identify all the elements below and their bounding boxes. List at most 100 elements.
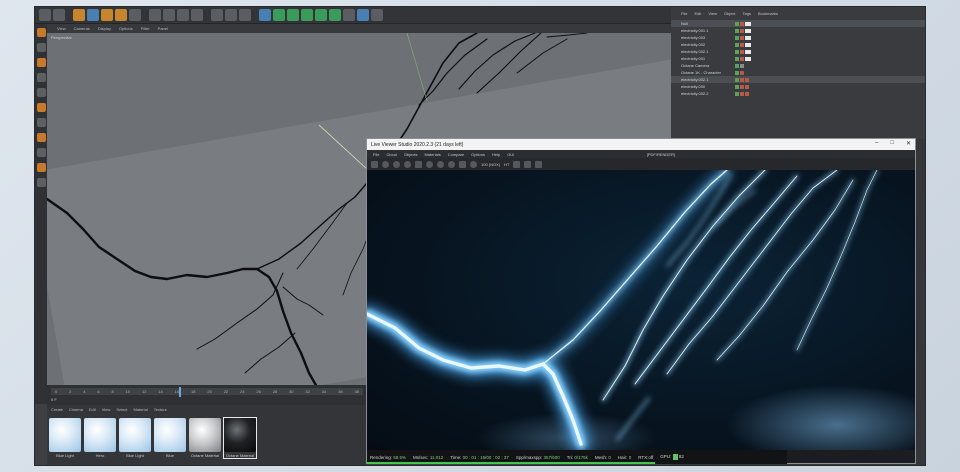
- move-tool-icon[interactable]: [87, 9, 99, 21]
- lv-menu-item[interactable]: Objects: [404, 152, 418, 157]
- camera-icon[interactable]: [343, 9, 355, 21]
- object-menu-item[interactable]: Edit: [694, 11, 701, 16]
- object-row[interactable]: Octane 1K - Character: [671, 69, 925, 76]
- workplane-icon[interactable]: [36, 148, 46, 157]
- visibility-icon[interactable]: [735, 56, 739, 61]
- generator-icon[interactable]: [301, 9, 313, 21]
- material-menu-item[interactable]: Create: [51, 407, 63, 412]
- object-menu-item[interactable]: File: [681, 11, 687, 16]
- subdivision-icon[interactable]: [273, 9, 285, 21]
- viewport-menu-item[interactable]: Options: [119, 26, 133, 31]
- light-bulb-icon[interactable]: [470, 160, 477, 168]
- spline-icon[interactable]: [287, 9, 299, 21]
- y-axis-icon[interactable]: [163, 9, 175, 21]
- current-frame-marker[interactable]: [179, 387, 181, 397]
- zoom-readout[interactable]: 100 (NOX): [481, 162, 500, 167]
- maximize-button[interactable]: □: [890, 140, 894, 147]
- save-image-icon[interactable]: [535, 160, 543, 168]
- edges-mode-icon[interactable]: [36, 88, 46, 97]
- render-picture-viewer-icon[interactable]: [225, 9, 237, 21]
- stop-icon[interactable]: [404, 160, 411, 168]
- world-coords-icon[interactable]: [191, 9, 203, 21]
- select-tool-icon[interactable]: [73, 9, 85, 21]
- material-swatch[interactable]: Hero: [84, 418, 116, 458]
- cube-icon[interactable]: [259, 9, 271, 21]
- visibility-icon[interactable]: [735, 91, 739, 96]
- object-menu-item[interactable]: Bookmarks: [758, 11, 778, 16]
- picker-icon[interactable]: [437, 160, 444, 168]
- lv-menu-item[interactable]: Help: [492, 152, 500, 157]
- minimize-button[interactable]: –: [875, 140, 878, 147]
- object-row[interactable]: Null: [671, 20, 925, 27]
- visibility-icon[interactable]: [735, 42, 739, 47]
- object-row[interactable]: electricity.001: [671, 55, 925, 62]
- lv-menu-item[interactable]: Cloud: [386, 152, 396, 157]
- visibility-icon[interactable]: [735, 49, 739, 54]
- channel-icon[interactable]: [513, 160, 521, 168]
- lock-workplane-icon[interactable]: [36, 163, 46, 172]
- viewport-menu-item[interactable]: Display: [98, 26, 111, 31]
- kernel-readout[interactable]: HT: [504, 162, 509, 167]
- object-row[interactable]: electricity.002.1: [671, 48, 925, 55]
- polygons-mode-icon[interactable]: [36, 103, 46, 112]
- visibility-icon[interactable]: [735, 84, 739, 89]
- points-mode-icon[interactable]: [36, 73, 46, 82]
- material-menu-item[interactable]: Texture: [154, 407, 167, 412]
- lv-menu-item[interactable]: Options: [471, 152, 485, 157]
- visibility-icon[interactable]: [735, 70, 739, 75]
- timeline[interactable]: 0 2 4 6 8 10 12 14 16 18 20 22 24 26 28 …: [47, 385, 367, 405]
- redo-icon[interactable]: [53, 9, 65, 21]
- environment-icon[interactable]: [329, 9, 341, 21]
- viewport-menu-item[interactable]: View: [57, 26, 66, 31]
- render-settings-icon[interactable]: [239, 9, 251, 21]
- visibility-icon[interactable]: [735, 35, 739, 40]
- object-menu-item[interactable]: View: [708, 11, 717, 16]
- material-swatch[interactable]: Blue Light: [49, 418, 81, 458]
- object-row[interactable]: electricity.003: [671, 34, 925, 41]
- viewport-menu-item[interactable]: Filter: [141, 26, 150, 31]
- rotate-tool-icon[interactable]: [115, 9, 127, 21]
- material-swatch[interactable]: Octane Material: [189, 418, 221, 458]
- focus-icon[interactable]: [459, 160, 466, 168]
- render-view[interactable]: [367, 170, 915, 450]
- material-menu-item[interactable]: Select: [116, 407, 127, 412]
- scale-tool-icon[interactable]: [101, 9, 113, 21]
- viewport-menu-item[interactable]: Cameras: [74, 26, 90, 31]
- undo-icon[interactable]: [39, 9, 51, 21]
- timeline-ruler[interactable]: 0 2 4 6 8 10 12 14 16 18 20 22 24 26 28 …: [51, 388, 363, 395]
- visibility-icon[interactable]: [735, 28, 739, 33]
- solo-icon[interactable]: [36, 178, 46, 187]
- deformer-icon[interactable]: [315, 9, 327, 21]
- model-mode-icon[interactable]: [36, 43, 46, 52]
- restart-icon[interactable]: [382, 160, 389, 168]
- material-menu-item[interactable]: Material: [133, 407, 147, 412]
- object-menu-item[interactable]: Object: [724, 11, 736, 16]
- settings-icon[interactable]: [426, 160, 433, 168]
- object-row[interactable]: electricity.002.2: [671, 90, 925, 97]
- lv-menu-item[interactable]: Materials: [424, 152, 440, 157]
- object-row[interactable]: electricity.002: [671, 41, 925, 48]
- x-axis-icon[interactable]: [149, 9, 161, 21]
- pause-icon[interactable]: [393, 160, 400, 168]
- object-row[interactable]: electricity.002.1: [671, 76, 925, 83]
- material-swatch[interactable]: Blue: [154, 418, 186, 458]
- object-menu-item[interactable]: Tags: [743, 11, 751, 16]
- material-swatch-selected[interactable]: Octane Material: [223, 417, 257, 459]
- compare-icon[interactable]: [524, 160, 532, 168]
- object-row[interactable]: electricity.000: [671, 83, 925, 90]
- send-scene-icon[interactable]: [371, 160, 378, 168]
- lv-menu-item[interactable]: File: [373, 152, 379, 157]
- visibility-icon[interactable]: [735, 21, 739, 26]
- visibility-icon[interactable]: [735, 63, 739, 68]
- material-menu-item[interactable]: View: [102, 407, 111, 412]
- material-swatch[interactable]: Blue Light: [119, 418, 151, 458]
- snap-icon[interactable]: [36, 133, 46, 142]
- axis-mode-icon[interactable]: [36, 118, 46, 127]
- visibility-icon[interactable]: [735, 77, 739, 82]
- lv-menu-item[interactable]: Compare: [448, 152, 464, 157]
- viewport-menu-item[interactable]: Panel: [158, 26, 168, 31]
- close-button[interactable]: ✕: [906, 140, 911, 147]
- frame-field[interactable]: 0 F: [51, 397, 57, 402]
- lock-icon[interactable]: [415, 160, 422, 168]
- texture-mode-icon[interactable]: [36, 58, 46, 67]
